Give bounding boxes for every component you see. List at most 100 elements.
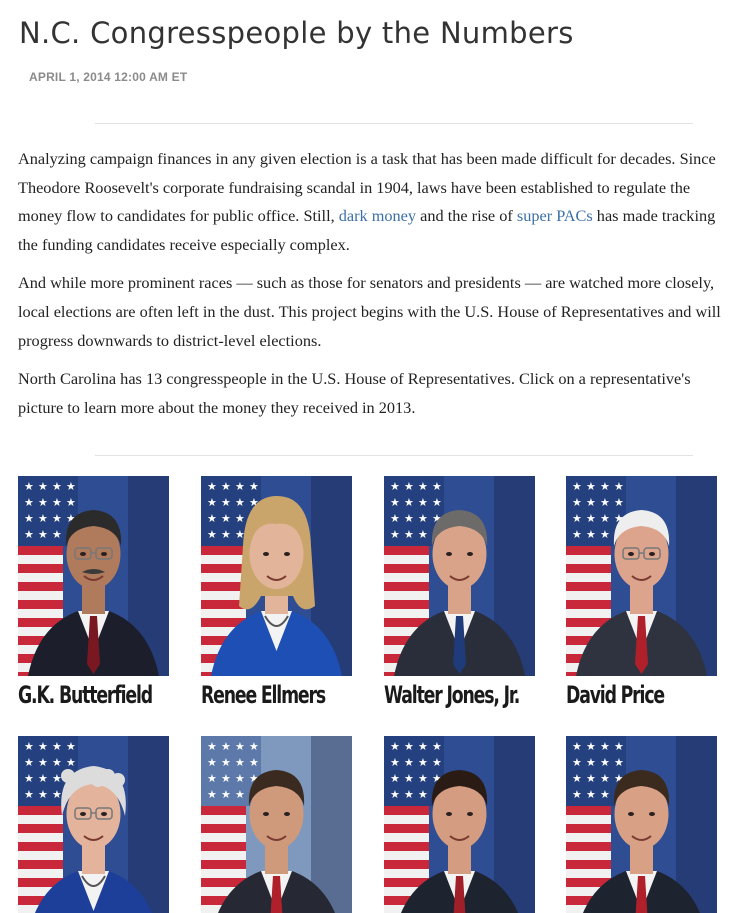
svg-text:★: ★ — [572, 788, 582, 801]
representative-card: ★★★★★★★★★★★★★★★★ — [201, 736, 353, 913]
bottom-divider — [95, 455, 693, 456]
representative-name: G.K. Butterfield — [18, 681, 153, 709]
svg-text:★: ★ — [24, 512, 34, 525]
svg-text:★: ★ — [207, 480, 217, 493]
svg-text:★: ★ — [38, 512, 48, 525]
svg-text:★: ★ — [418, 772, 428, 785]
svg-text:★: ★ — [418, 756, 428, 769]
representative-photo[interactable]: ★★★★★★★★★★★★★★★★ — [566, 476, 717, 676]
svg-text:★: ★ — [404, 740, 414, 753]
svg-text:★: ★ — [207, 496, 217, 509]
svg-text:★: ★ — [600, 480, 610, 493]
svg-text:★: ★ — [52, 480, 62, 493]
svg-text:★: ★ — [600, 772, 610, 785]
svg-text:★: ★ — [24, 496, 34, 509]
svg-text:★: ★ — [418, 528, 428, 541]
svg-text:★: ★ — [390, 496, 400, 509]
paragraph-local-elections: And while more prominent races — such as… — [18, 273, 721, 350]
portrait-image: ★★★★★★★★★★★★★★★★ — [566, 736, 717, 913]
representative-card: ★★★★★★★★★★★★★★★★Renee Ellmers — [201, 476, 353, 709]
representative-name: Renee Ellmers — [201, 681, 326, 709]
portrait-image: ★★★★★★★★★★★★★★★★ — [18, 736, 169, 913]
representative-card: ★★★★★★★★★★★★★★★★David Price — [566, 476, 718, 709]
svg-text:★: ★ — [586, 756, 596, 769]
svg-text:★: ★ — [38, 772, 48, 785]
svg-text:★: ★ — [390, 756, 400, 769]
svg-text:★: ★ — [207, 788, 217, 801]
svg-text:★: ★ — [207, 756, 217, 769]
svg-text:★: ★ — [207, 772, 217, 785]
svg-text:★: ★ — [404, 512, 414, 525]
svg-text:★: ★ — [572, 480, 582, 493]
svg-text:★: ★ — [221, 496, 231, 509]
dark-money-link[interactable]: dark money — [339, 206, 416, 225]
representative-photo[interactable]: ★★★★★★★★★★★★★★★★ — [384, 736, 535, 913]
svg-text:★: ★ — [38, 528, 48, 541]
representative-photo[interactable]: ★★★★★★★★★★★★★★★★ — [201, 476, 352, 676]
svg-text:★: ★ — [600, 512, 610, 525]
svg-text:★: ★ — [38, 496, 48, 509]
svg-text:★: ★ — [600, 496, 610, 509]
svg-text:★: ★ — [221, 528, 231, 541]
svg-text:★: ★ — [572, 496, 582, 509]
svg-text:★: ★ — [249, 756, 259, 769]
paragraph-intro-text-middle: and the rise of — [416, 206, 517, 226]
representative-photo[interactable]: ★★★★★★★★★★★★★★★★ — [201, 736, 352, 913]
portrait-image: ★★★★★★★★★★★★★★★★ — [201, 476, 352, 676]
svg-text:★: ★ — [586, 480, 596, 493]
svg-text:★: ★ — [614, 740, 624, 753]
svg-text:★: ★ — [390, 480, 400, 493]
portrait-image: ★★★★★★★★★★★★★★★★ — [566, 476, 717, 676]
svg-text:★: ★ — [38, 480, 48, 493]
svg-text:★: ★ — [404, 756, 414, 769]
svg-text:★: ★ — [52, 740, 62, 753]
svg-text:★: ★ — [390, 512, 400, 525]
svg-text:★: ★ — [24, 528, 34, 541]
svg-text:★: ★ — [52, 528, 62, 541]
svg-text:★: ★ — [600, 528, 610, 541]
top-divider — [95, 123, 693, 124]
svg-text:★: ★ — [52, 788, 62, 801]
svg-text:★: ★ — [66, 740, 76, 753]
article-body: Analyzing campaign finances in any given… — [18, 145, 723, 432]
svg-text:★: ★ — [207, 512, 217, 525]
representative-photo[interactable]: ★★★★★★★★★★★★★★★★ — [384, 476, 535, 676]
svg-text:★: ★ — [235, 756, 245, 769]
portrait-image: ★★★★★★★★★★★★★★★★ — [384, 476, 535, 676]
svg-text:★: ★ — [24, 788, 34, 801]
svg-text:★: ★ — [207, 528, 217, 541]
svg-text:★: ★ — [572, 740, 582, 753]
svg-text:★: ★ — [432, 480, 442, 493]
svg-text:★: ★ — [572, 756, 582, 769]
svg-text:★: ★ — [52, 512, 62, 525]
svg-text:★: ★ — [24, 756, 34, 769]
portrait-image: ★★★★★★★★★★★★★★★★ — [384, 736, 535, 913]
svg-text:★: ★ — [586, 496, 596, 509]
representative-photo[interactable]: ★★★★★★★★★★★★★★★★ — [566, 736, 717, 913]
article-dateline: APRIL 1, 2014 12:00 AM ET — [29, 70, 188, 84]
svg-text:★: ★ — [404, 480, 414, 493]
page-title: N.C. Congresspeople by the Numbers — [19, 16, 574, 50]
svg-text:★: ★ — [404, 496, 414, 509]
svg-text:★: ★ — [586, 772, 596, 785]
svg-text:★: ★ — [52, 772, 62, 785]
svg-text:★: ★ — [235, 512, 245, 525]
representative-name: David Price — [566, 681, 665, 709]
svg-text:★: ★ — [404, 772, 414, 785]
svg-text:★: ★ — [24, 740, 34, 753]
representative-photo[interactable]: ★★★★★★★★★★★★★★★★ — [18, 736, 169, 913]
svg-text:★: ★ — [418, 740, 428, 753]
svg-text:★: ★ — [572, 772, 582, 785]
svg-text:★: ★ — [235, 740, 245, 753]
representative-photo[interactable]: ★★★★★★★★★★★★★★★★ — [18, 476, 169, 676]
svg-text:★: ★ — [24, 772, 34, 785]
svg-text:★: ★ — [221, 740, 231, 753]
svg-text:★: ★ — [52, 496, 62, 509]
super-pacs-link[interactable]: super PACs — [517, 206, 593, 225]
svg-text:★: ★ — [572, 512, 582, 525]
svg-text:★: ★ — [600, 740, 610, 753]
svg-text:★: ★ — [390, 788, 400, 801]
svg-text:★: ★ — [418, 512, 428, 525]
svg-text:★: ★ — [249, 740, 259, 753]
svg-text:★: ★ — [235, 480, 245, 493]
